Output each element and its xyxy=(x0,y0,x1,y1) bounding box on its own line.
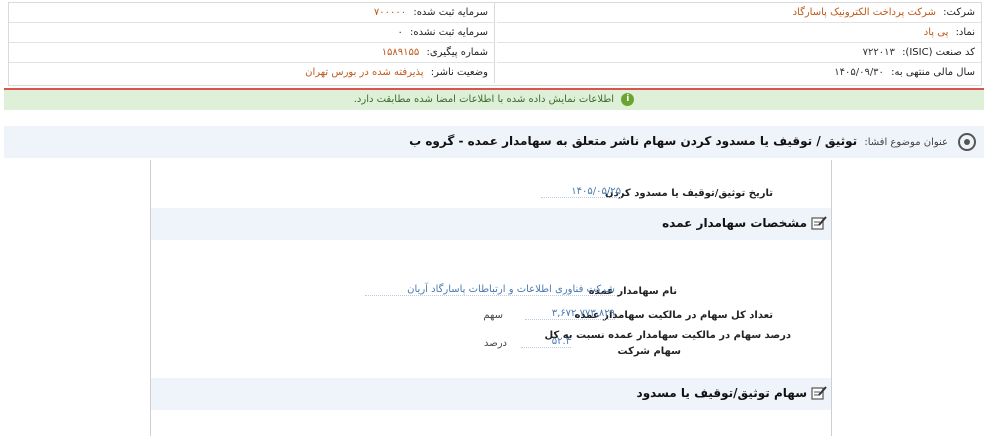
tracking-value: ۱۵۸۹۱۵۵ xyxy=(381,47,420,58)
percent-unit: درصد xyxy=(483,338,507,349)
total-shares-value: ۳,۶۷۲,۷۷۳,۸۲۹ xyxy=(525,308,615,320)
registered-capital-value: ۷۰۰۰۰۰ xyxy=(373,7,407,18)
company-row: شرکت: شرکت پرداخت الکترونیک پاسارگاد xyxy=(497,3,981,23)
total-shares-unit: سهم xyxy=(483,310,503,321)
isic-label: کد صنعت (ISIC): xyxy=(902,47,975,58)
report-panel: تاریخ توثیق/توقیف یا مسدود کردن ۱۴۰۵/۰۵/… xyxy=(150,160,832,436)
target-icon xyxy=(958,133,976,151)
edit-icon xyxy=(811,386,827,400)
fiscal-label: سال مالی منتهی به: xyxy=(891,67,975,78)
verification-banner: i اطلاعات نمایش داده شده با اطلاعات امضا… xyxy=(4,88,984,110)
symbol-link[interactable]: پی پاد xyxy=(924,27,949,38)
percent-value: ۵۲.۴ xyxy=(521,336,571,348)
section-pledged-title: سهام توثیق/توقیف یا مسدود xyxy=(636,386,807,400)
section-shareholder-header: مشخصات سهامدار عمده xyxy=(151,208,831,240)
status-label: وضعیت ناشر: xyxy=(430,67,488,78)
percent-label-line2: سهام شرکت xyxy=(617,346,681,357)
tracking-label: شماره پیگیری: xyxy=(426,47,488,58)
section-pledged-header: سهام توثیق/توقیف یا مسدود xyxy=(151,378,831,410)
verification-text: اطلاعات نمایش داده شده با اطلاعات امضا ش… xyxy=(353,94,615,105)
unregistered-capital-value: ۰ xyxy=(397,27,403,38)
isic-row: کد صنعت (ISIC): ۷۲۲۰۱۳ xyxy=(497,43,981,63)
fiscal-value: ۱۴۰۵/۰۹/۳۰ xyxy=(834,67,884,78)
registered-capital-row: سرمایه ثبت شده: ۷۰۰۰۰۰ xyxy=(9,3,495,23)
percent-label-line1: درصد سهام در مالکیت سهامدار عمده نسبت به… xyxy=(544,330,792,341)
symbol-row: نماد: پی پاد xyxy=(497,23,981,43)
info-icon: i xyxy=(621,92,635,106)
isic-value: ۷۲۲۰۱۳ xyxy=(862,47,895,58)
unregistered-capital-label: سرمایه ثبت نشده: xyxy=(410,27,488,38)
fiscal-row: سال مالی منتهی به: ۱۴۰۵/۰۹/۳۰ xyxy=(497,63,981,83)
status-value: پذیرفته شده در بورس تهران xyxy=(305,67,424,78)
subject-label: عنوان موضوع افشا: xyxy=(864,137,948,148)
company-info-table: شرکت: شرکت پرداخت الکترونیک پاسارگاد سرم… xyxy=(8,2,982,86)
shareholder-name-value: شرکت فناوری اطلاعات و ارتباطات پاسارگاد … xyxy=(365,284,615,296)
company-link[interactable]: شرکت پرداخت الکترونیک پاسارگاد xyxy=(793,7,936,18)
status-row: وضعیت ناشر: پذیرفته شده در بورس تهران xyxy=(9,63,495,83)
registered-capital-label: سرمایه ثبت شده: xyxy=(413,7,488,18)
subject-text: توثیق / توقیف یا مسدود کردن سهام ناشر مت… xyxy=(409,134,858,148)
date-label: تاریخ توثیق/توقیف یا مسدود کردن xyxy=(605,188,773,199)
section-shareholder-title: مشخصات سهامدار عمده xyxy=(662,216,807,230)
company-label: شرکت: xyxy=(943,7,975,18)
symbol-label: نماد: xyxy=(955,27,975,38)
unregistered-capital-row: سرمایه ثبت نشده: ۰ xyxy=(9,23,495,43)
tracking-row: شماره پیگیری: ۱۵۸۹۱۵۵ xyxy=(9,43,495,63)
edit-icon xyxy=(811,216,827,230)
date-value: ۱۴۰۵/۰۵/۲۵ xyxy=(541,186,621,198)
subject-title: عنوان موضوع افشا: توثیق / توقیف یا مسدود… xyxy=(409,134,948,148)
subject-bar: عنوان موضوع افشا: توثیق / توقیف یا مسدود… xyxy=(4,126,984,158)
